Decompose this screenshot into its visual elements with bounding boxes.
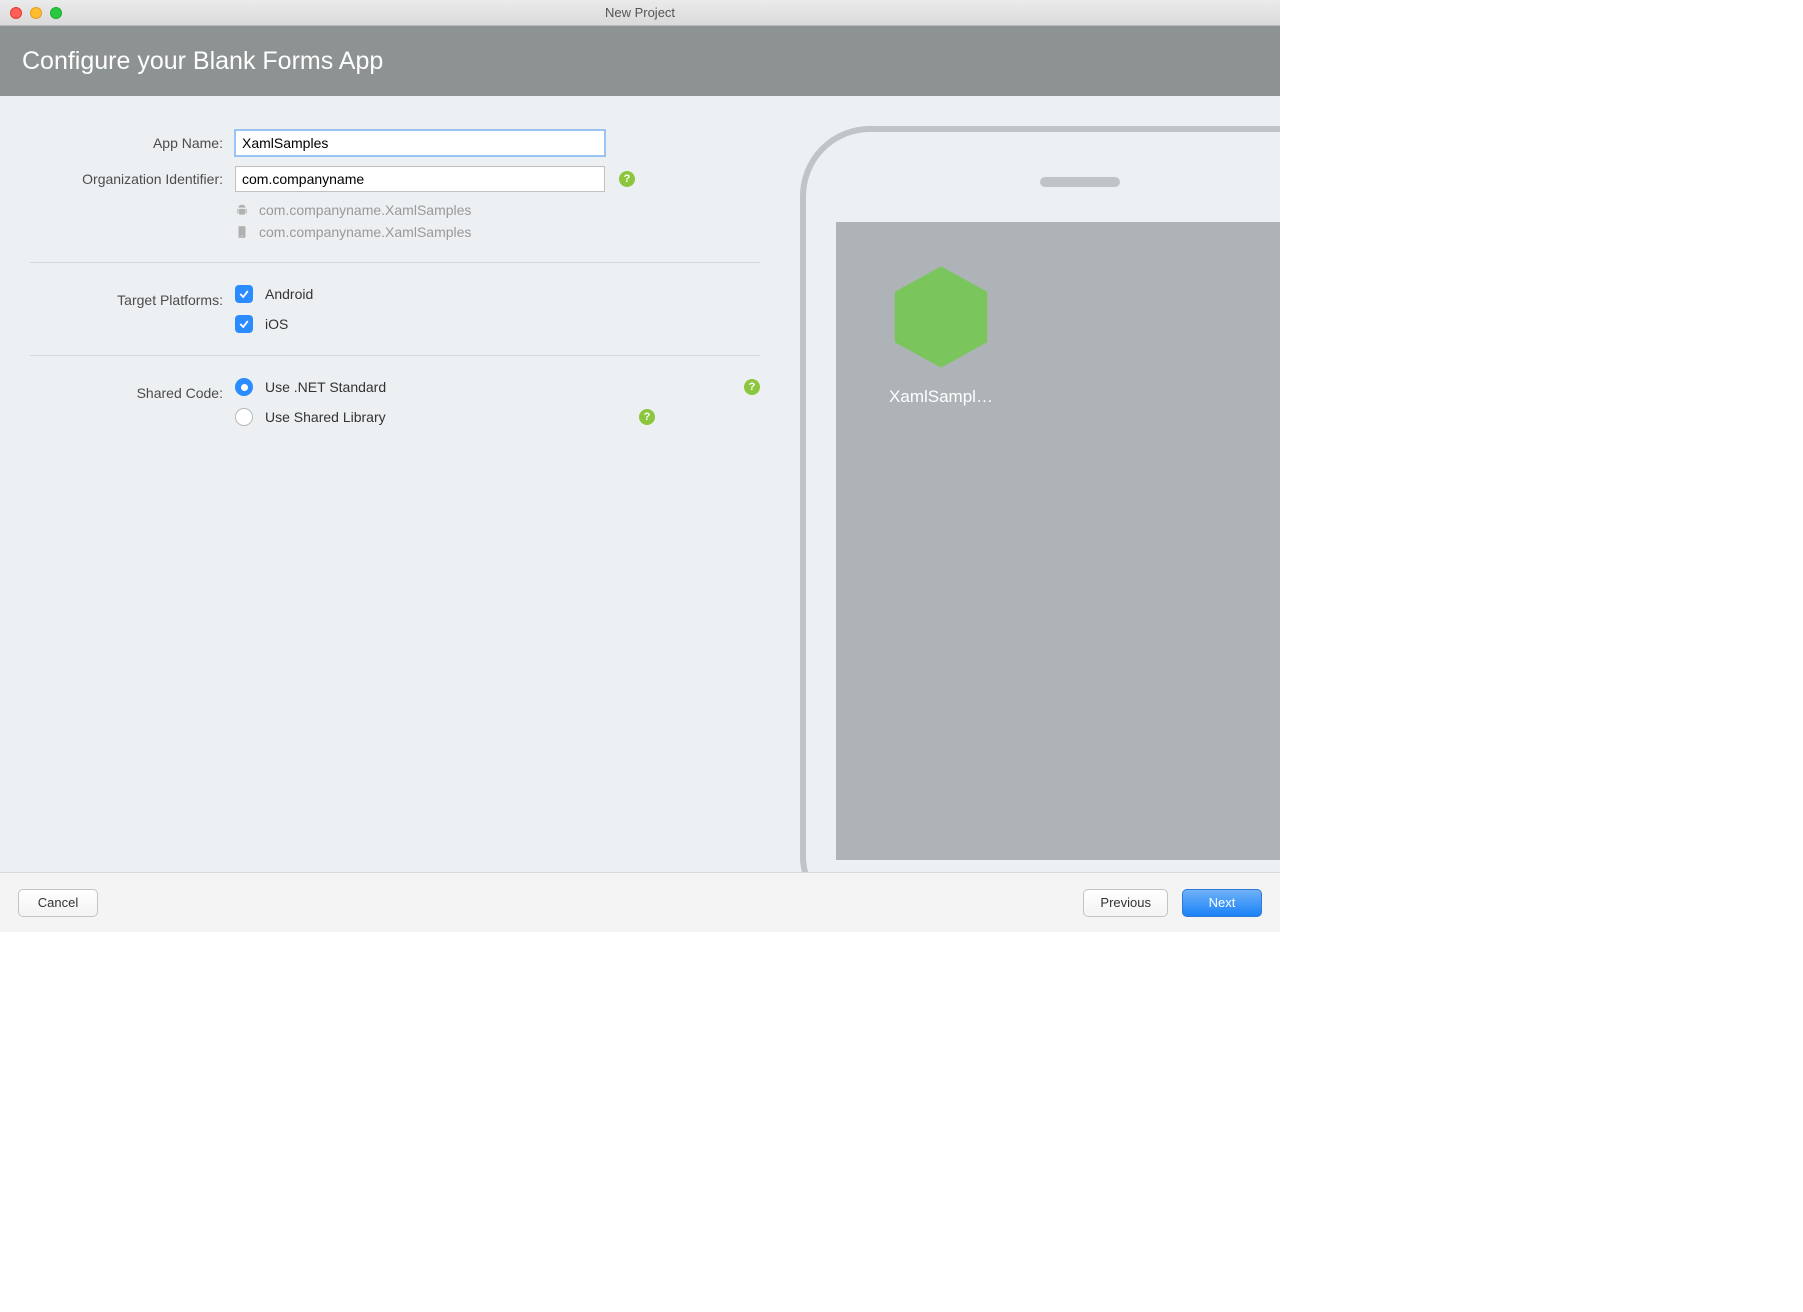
android-hint-text: com.companyname.XamlSamples (259, 202, 471, 218)
phone-screen: XamlSampl… (836, 222, 1280, 860)
window-title: New Project (0, 5, 1280, 20)
android-checkbox[interactable] (235, 285, 253, 303)
app-hexagon-icon (886, 262, 996, 372)
net-standard-radio[interactable] (235, 378, 253, 396)
help-icon[interactable]: ? (619, 171, 635, 187)
titlebar: New Project (0, 0, 1280, 26)
zoom-window-button[interactable] (50, 7, 62, 19)
android-bundle-hint: com.companyname.XamlSamples (235, 202, 760, 218)
page-header: Configure your Blank Forms App (0, 26, 1280, 96)
minimize-window-button[interactable] (30, 7, 42, 19)
ios-option[interactable]: iOS (235, 315, 760, 333)
app-preview: XamlSampl… (876, 262, 1006, 407)
close-window-button[interactable] (10, 7, 22, 19)
footer: Cancel Previous Next (0, 872, 1280, 932)
shared-code-row: Shared Code: Use .NET Standard ? (30, 378, 760, 408)
org-id-input[interactable] (235, 166, 605, 192)
divider (30, 355, 760, 356)
app-preview-label: XamlSampl… (876, 387, 1006, 407)
android-option[interactable]: Android (235, 285, 313, 303)
next-button[interactable]: Next (1182, 889, 1262, 917)
phone-icon (235, 225, 249, 239)
android-icon (235, 203, 249, 217)
help-icon[interactable]: ? (639, 409, 655, 425)
phone-speaker-icon (1040, 177, 1120, 187)
shared-library-radio[interactable] (235, 408, 253, 426)
ios-option-label: iOS (265, 316, 288, 332)
app-name-label: App Name: (30, 135, 235, 151)
shared-library-label: Use Shared Library (265, 409, 386, 425)
content-area: App Name: Organization Identifier: ? com… (0, 96, 1280, 872)
android-option-label: Android (265, 286, 313, 302)
phone-frame: XamlSampl… (800, 126, 1280, 872)
form-pane: App Name: Organization Identifier: ? com… (0, 96, 790, 872)
org-id-label: Organization Identifier: (30, 171, 235, 187)
target-platforms-row: Target Platforms: Android (30, 285, 760, 315)
previous-button[interactable]: Previous (1083, 889, 1168, 917)
app-name-row: App Name: (30, 130, 760, 156)
ios-hint-text: com.companyname.XamlSamples (259, 224, 471, 240)
cancel-button[interactable]: Cancel (18, 889, 98, 917)
ios-checkbox[interactable] (235, 315, 253, 333)
net-standard-label: Use .NET Standard (265, 379, 386, 395)
shared-library-option[interactable]: Use Shared Library ? (235, 408, 655, 426)
help-icon[interactable]: ? (744, 379, 760, 395)
ios-bundle-hint: com.companyname.XamlSamples (235, 224, 760, 240)
app-name-input[interactable] (235, 130, 605, 156)
org-id-row: Organization Identifier: ? (30, 166, 760, 192)
target-platforms-label: Target Platforms: (30, 292, 235, 308)
net-standard-option[interactable]: Use .NET Standard ? (235, 378, 760, 396)
page-title: Configure your Blank Forms App (22, 47, 383, 76)
preview-pane: XamlSampl… (790, 96, 1280, 872)
window-controls (10, 7, 62, 19)
divider (30, 262, 760, 263)
shared-code-label: Shared Code: (30, 385, 235, 401)
